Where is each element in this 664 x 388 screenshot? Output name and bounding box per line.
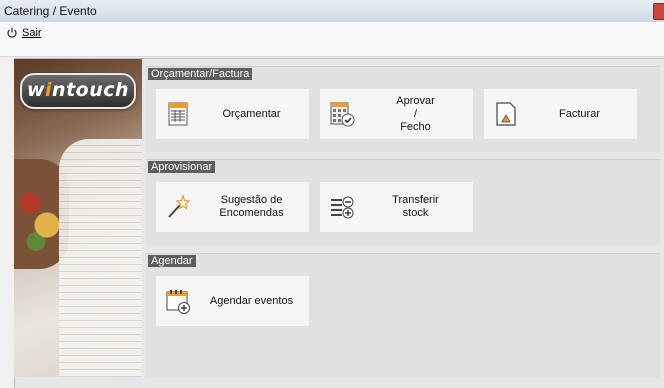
exit-label: Sair <box>22 27 42 39</box>
magic-wand-icon <box>168 194 191 218</box>
window-title: Catering / Evento <box>4 4 97 18</box>
budget-button[interactable]: Orçamentar <box>155 88 310 140</box>
title-bar: Catering / Evento <box>0 0 664 23</box>
approve-close-label: Aprovar / Fecho <box>396 94 435 133</box>
order-suggestion-label: Sugestão de Encomendas <box>219 194 284 219</box>
section-header: Agendar <box>148 255 196 267</box>
section-header: Orçamentar/Factura <box>148 68 253 80</box>
list-transfer-icon <box>331 196 354 219</box>
exit-menu-item[interactable]: Sair <box>6 25 42 41</box>
power-icon <box>7 27 17 38</box>
calculator-check-icon <box>330 102 355 127</box>
section-header: Aprovisionar <box>148 161 216 173</box>
approve-close-button[interactable]: Aprovar / Fecho <box>319 88 474 140</box>
transfer-stock-label: Transferir stock <box>392 194 439 219</box>
invoice-label: Facturar <box>559 107 600 120</box>
calendar-add-icon <box>166 290 190 314</box>
table-icon <box>168 102 188 126</box>
order-suggestion-button[interactable]: Sugestão de Encomendas <box>155 181 310 233</box>
section-schedule: Agendar Agendar eventos <box>145 253 660 378</box>
document-arrow-icon <box>496 102 516 126</box>
section-procurement: Aprovisionar Sugestão de Encomendas Tran… <box>145 159 660 245</box>
plate-stack <box>59 139 142 377</box>
schedule-events-label: Agendar eventos <box>209 294 294 307</box>
budget-label: Orçamentar <box>222 107 281 120</box>
wintouch-logo: wintouch <box>20 73 136 109</box>
section-budget-invoice: Orçamentar/Factura Orçamentar Aprovar / <box>145 66 660 152</box>
menu-bar: Sair <box>0 22 664 57</box>
invoice-button[interactable]: Facturar <box>483 88 638 140</box>
close-button[interactable] <box>653 3 664 20</box>
schedule-events-button[interactable]: Agendar eventos <box>155 275 310 327</box>
transfer-stock-button[interactable]: Transferir stock <box>319 181 474 233</box>
